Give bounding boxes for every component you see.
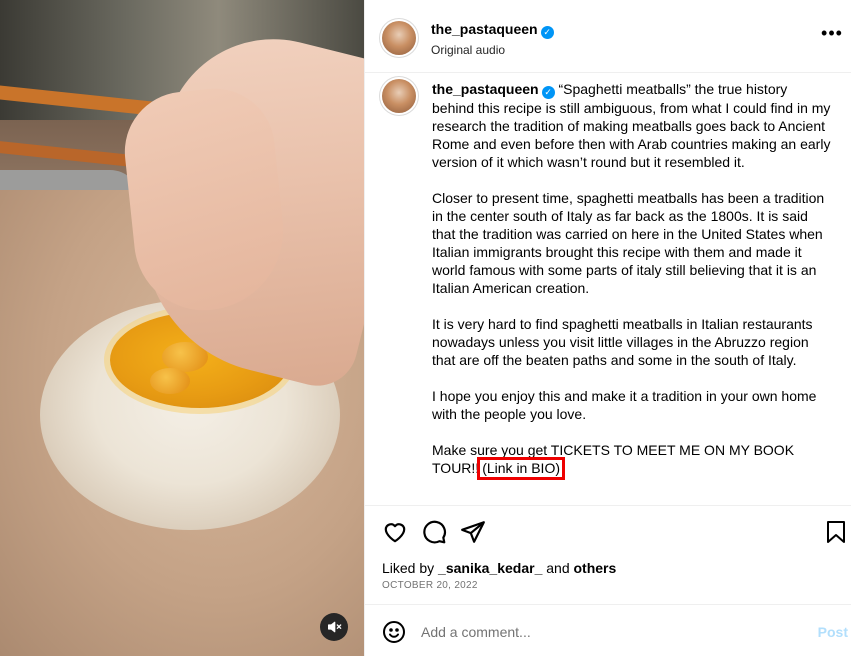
verified-badge-icon: ✓: [541, 86, 555, 99]
caption-avatar[interactable]: [382, 79, 416, 113]
share-icon[interactable]: [460, 519, 486, 545]
comment-input[interactable]: [421, 621, 801, 643]
post-comment-button[interactable]: Post: [818, 624, 848, 640]
caption-paragraph-3: It is very hard to find spaghetti meatba…: [432, 316, 813, 368]
liked-by-others[interactable]: others: [574, 560, 617, 576]
more-options-icon[interactable]: •••: [820, 24, 844, 46]
caption-text: the_pastaqueen ✓ “Spaghetti meatballs” th…: [432, 80, 832, 495]
author-block: the_pastaqueen ✓ Original audio: [431, 21, 554, 57]
caption-username[interactable]: the_pastaqueen: [432, 81, 539, 97]
caption-paragraph-5: Make sure you get TICKETS TO MEET ME ON …: [432, 441, 832, 480]
liked-by-user[interactable]: _sanika_kedar_: [438, 560, 542, 576]
caption-paragraph: the_pastaqueen ✓ “Spaghetti meatballs” th…: [432, 80, 832, 171]
audio-label[interactable]: Original audio: [431, 43, 554, 57]
post-sidebar: the_pastaqueen ✓ Original audio ••• the_p…: [364, 0, 851, 656]
avatar[interactable]: [382, 21, 416, 55]
post-date[interactable]: OCTOBER 20, 2022: [382, 580, 478, 591]
egg-yolk: [150, 368, 190, 394]
heart-icon[interactable]: [382, 519, 408, 545]
caption-paragraph-4: I hope you enjoy this and make it a trad…: [432, 388, 817, 422]
muted-speaker-icon[interactable]: [320, 613, 348, 641]
comment-icon[interactable]: [421, 519, 447, 545]
verified-badge-icon: ✓: [540, 26, 554, 39]
likes-summary: Liked by _sanika_kedar_ and others: [382, 560, 616, 576]
post-media-video[interactable]: [0, 0, 364, 656]
post-header: the_pastaqueen ✓ Original audio •••: [365, 0, 851, 73]
author-username[interactable]: the_pastaqueen: [431, 21, 538, 37]
emoji-icon[interactable]: [382, 620, 406, 644]
likes-joiner: and: [546, 560, 570, 576]
action-bar: [365, 505, 851, 555]
likes-prefix: Liked by: [382, 560, 435, 576]
comment-bar: Post: [365, 604, 851, 656]
bookmark-icon[interactable]: [824, 519, 850, 545]
caption-paragraph-2: Closer to present time, spaghetti meatba…: [432, 190, 825, 296]
caption-scroll-area[interactable]: the_pastaqueen ✓ “Spaghetti meatballs” th…: [365, 73, 851, 505]
link-in-bio-highlight: (Link in BIO): [477, 457, 566, 480]
